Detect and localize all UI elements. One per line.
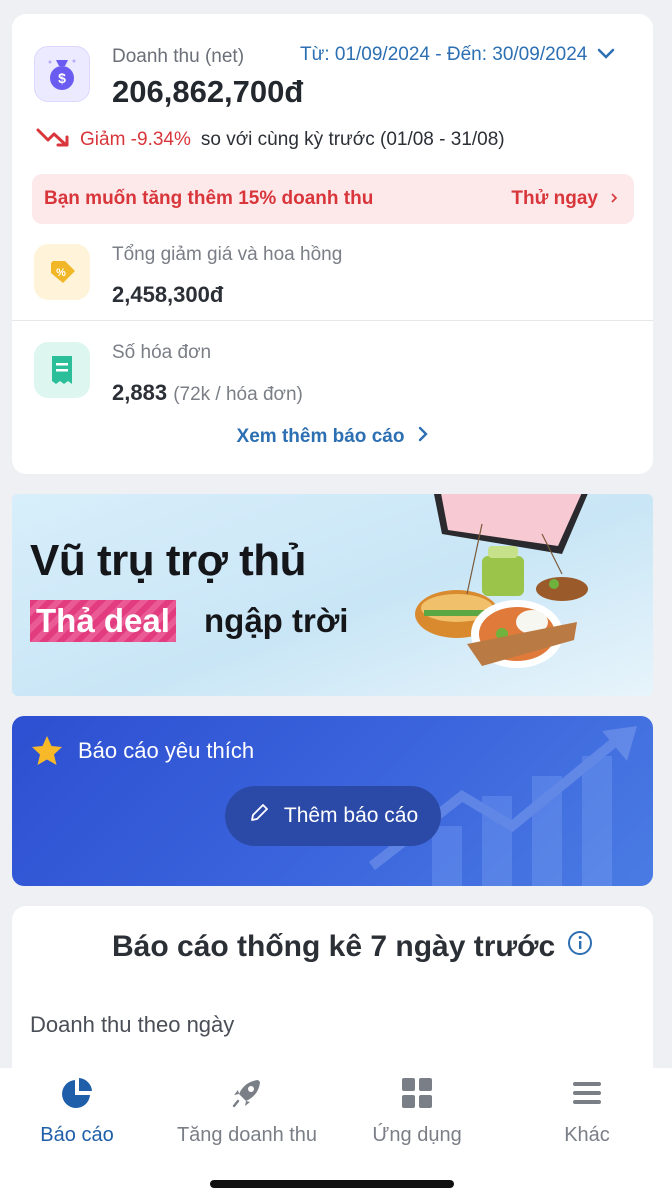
- receipt-icon: [34, 342, 90, 398]
- nav-item-apps[interactable]: Ứng dụng: [368, 1076, 466, 1147]
- try-now-button[interactable]: Thử ngay: [511, 188, 618, 210]
- pencil-icon: [248, 802, 270, 830]
- weekly-stats-title: Báo cáo thống kê 7 ngày trước: [112, 930, 556, 963]
- view-more-label: Xem thêm báo cáo: [236, 426, 405, 447]
- menu-icon: [570, 1076, 604, 1116]
- invoice-count: 2,883: [112, 380, 168, 405]
- nav-item-grow-revenue[interactable]: Tăng doanh thu: [170, 1076, 324, 1147]
- banner-subtitle: ngập trời: [204, 602, 349, 639]
- banner-title: Vũ trụ trợ thủ: [30, 536, 307, 585]
- try-now-label: Thử ngay: [511, 188, 598, 209]
- view-more-reports-link[interactable]: Xem thêm báo cáo: [12, 426, 653, 448]
- star-icon: [30, 734, 64, 773]
- discount-label: Tổng giảm giá và hoa hồng: [112, 244, 343, 265]
- date-range-selector[interactable]: Từ: 01/09/2024 - Đến: 30/09/2024: [300, 44, 615, 66]
- money-bag-icon: $: [34, 46, 90, 102]
- promo-carousel-banner[interactable]: Vũ trụ trợ thủ Thả deal ngập trời: [12, 494, 653, 696]
- chevron-down-icon: [597, 44, 615, 66]
- trend-down-icon: [36, 126, 70, 154]
- add-report-button[interactable]: Thêm báo cáo: [225, 786, 441, 846]
- invoice-average: (72k / hóa đơn): [173, 384, 303, 405]
- rocket-icon: [230, 1076, 264, 1116]
- pie-chart-icon: [60, 1076, 94, 1116]
- date-range-text: Từ: 01/09/2024 - Đến: 30/09/2024: [300, 44, 588, 65]
- apps-grid-icon: [400, 1076, 434, 1116]
- svg-text:$: $: [58, 70, 66, 86]
- home-indicator[interactable]: [210, 1180, 454, 1188]
- nav-label-reports: Báo cáo: [40, 1124, 114, 1146]
- chevron-right-icon: [610, 188, 618, 210]
- revenue-value: 206,862,700đ: [112, 74, 304, 109]
- nav-label-more: Khác: [564, 1124, 610, 1146]
- daily-revenue-subtitle: Doanh thu theo ngày: [30, 1012, 235, 1037]
- weekly-stats-title-row: Báo cáo thống kê 7 ngày trước: [112, 930, 593, 964]
- revenue-label: Doanh thu (net): [112, 46, 245, 67]
- discount-tag-icon: %: [34, 244, 90, 300]
- divider: [12, 320, 653, 321]
- trend-percent: Giảm -9.34%: [80, 129, 191, 150]
- promo-text: Bạn muốn tăng thêm 15% doanh thu: [44, 188, 374, 209]
- promo-banner[interactable]: Bạn muốn tăng thêm 15% doanh thu Thử nga…: [32, 174, 634, 224]
- add-report-label: Thêm báo cáo: [283, 804, 419, 827]
- chevron-right-icon: [418, 426, 429, 448]
- nav-label-grow-revenue: Tăng doanh thu: [176, 1124, 318, 1146]
- invoice-label: Số hóa đơn: [112, 342, 212, 363]
- favorite-reports-title: Báo cáo yêu thích: [78, 738, 255, 763]
- nav-label-apps: Ứng dụng: [372, 1124, 462, 1146]
- favorite-reports-card: Báo cáo yêu thích Thêm báo cáo: [12, 716, 653, 886]
- info-icon[interactable]: [567, 930, 593, 964]
- nav-item-more[interactable]: Khác: [560, 1076, 614, 1147]
- nav-item-reports[interactable]: Báo cáo: [40, 1076, 114, 1147]
- trend-row: Giảm -9.34% so với cùng kỳ trước (01/08 …: [36, 126, 505, 154]
- banner-tag: Thả deal: [30, 600, 176, 642]
- discount-value: 2,458,300đ: [112, 282, 224, 307]
- banner-illustration: [415, 494, 588, 668]
- revenue-card: $ Doanh thu (net) 206,862,700đ Từ: 01/09…: [12, 14, 653, 474]
- invoice-value-row: 2,883 (72k / hóa đơn): [112, 380, 303, 406]
- trend-compare: so với cùng kỳ trước (01/08 - 31/08): [200, 129, 505, 150]
- svg-text:%: %: [56, 267, 66, 279]
